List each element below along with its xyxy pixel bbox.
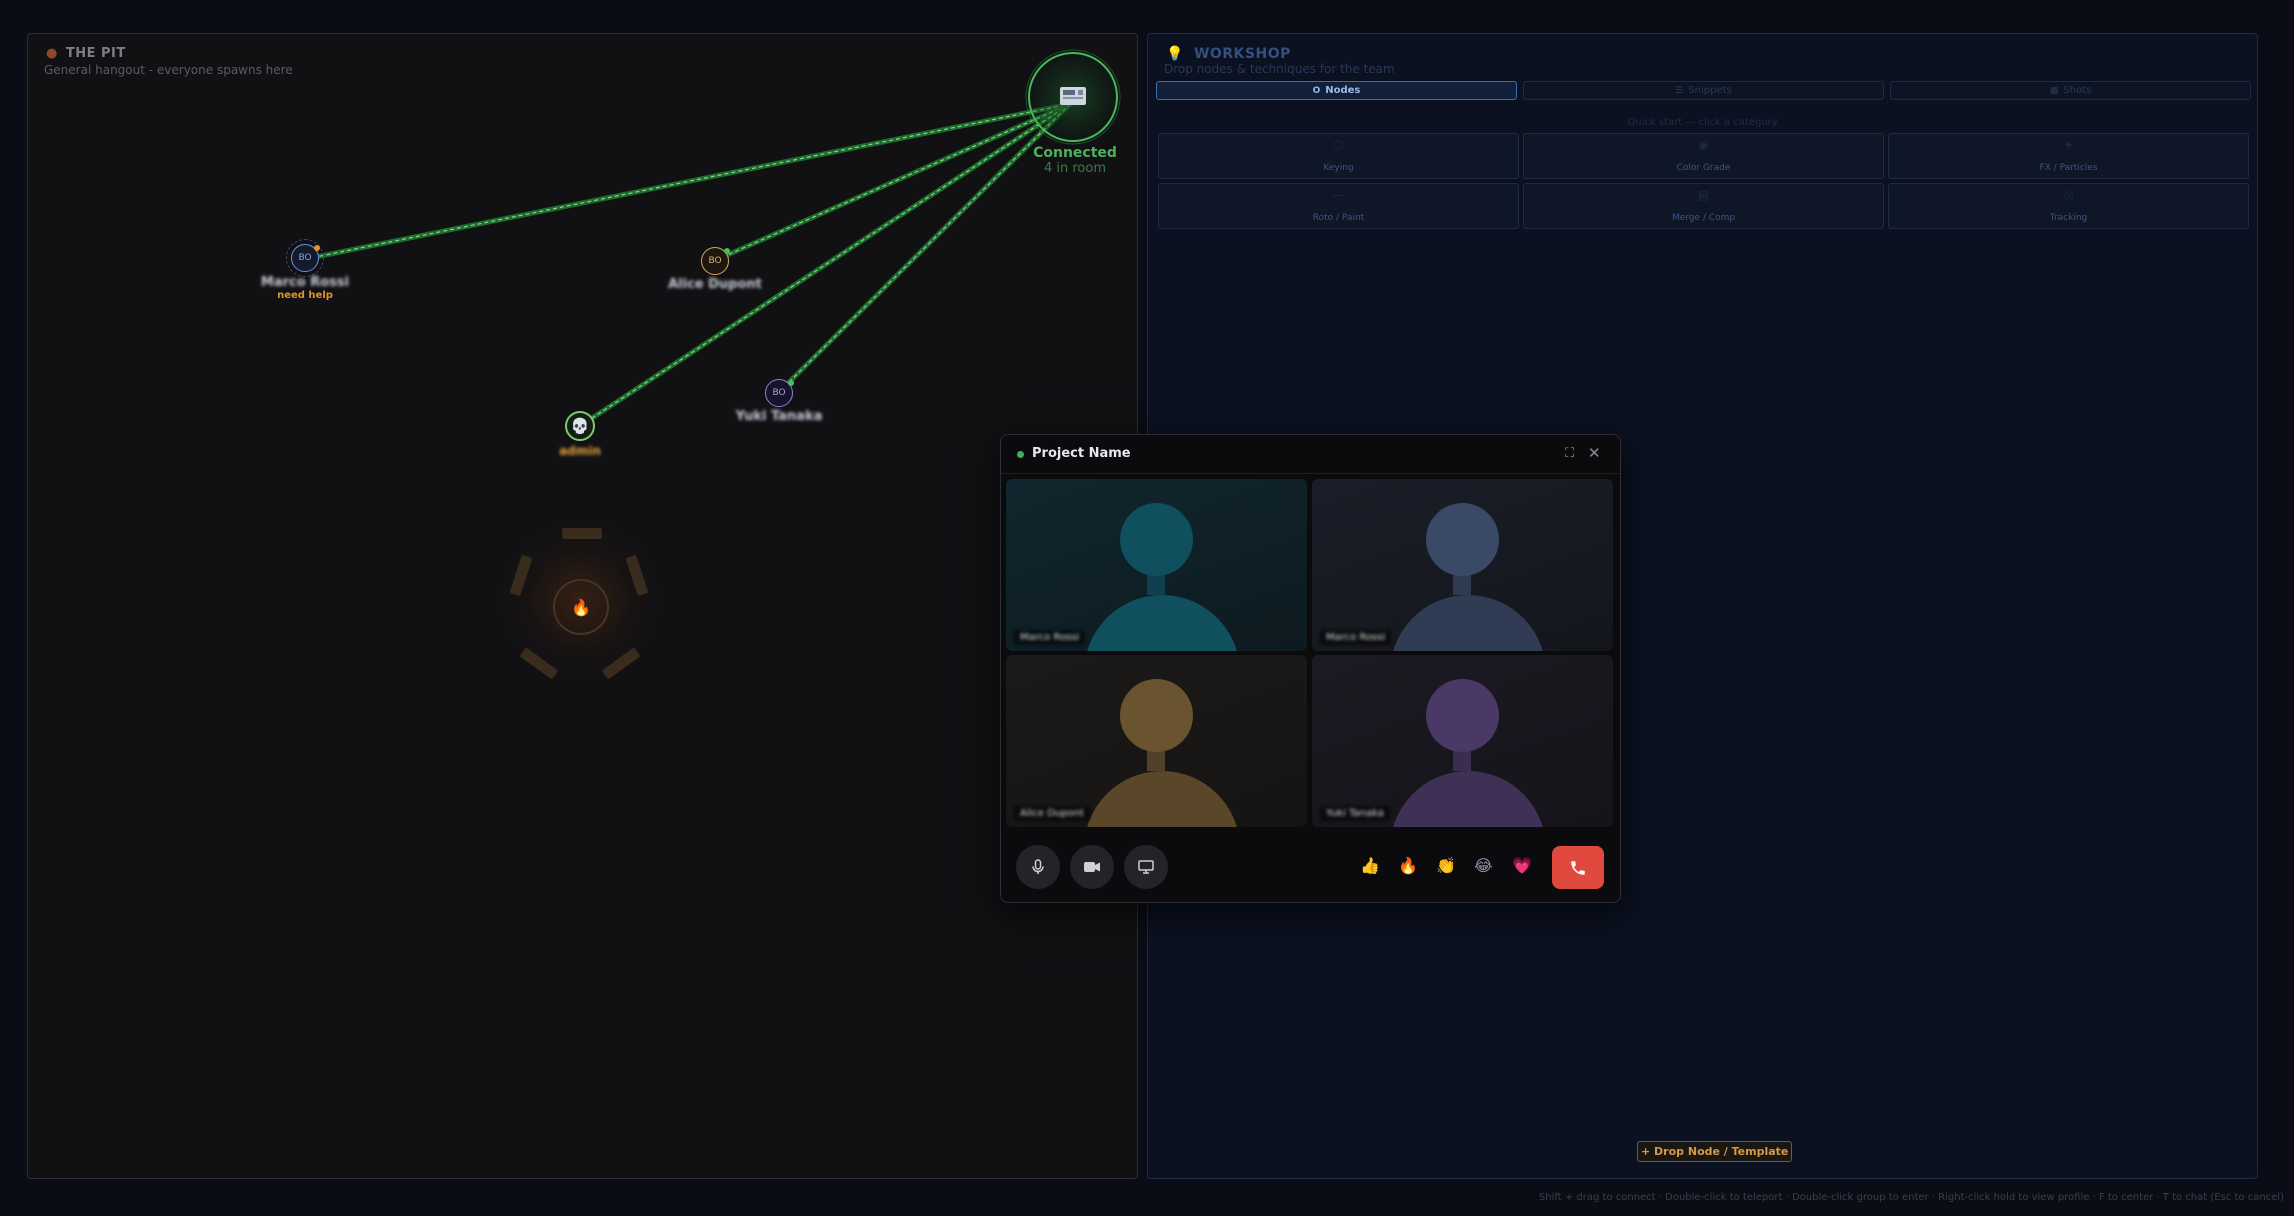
server-status: Connected 4 in room <box>1000 145 1150 176</box>
reaction-clap[interactable]: 👏 <box>1436 856 1456 875</box>
video-tile[interactable]: Marco Rossi <box>1006 479 1307 651</box>
user-node-marco[interactable]: BO Marco Rossi need help <box>250 239 360 301</box>
video-tile[interactable]: Marco Rossi <box>1312 479 1613 651</box>
screen-share-button[interactable] <box>1124 845 1168 889</box>
video-call-window[interactable]: Project Name ⛶ ✕ Marco Rossi Marco Rossi… <box>1000 434 1621 903</box>
link-alice <box>714 101 1072 263</box>
phone-icon <box>1571 860 1585 875</box>
call-header[interactable]: Project Name ⛶ ✕ <box>1001 435 1620 474</box>
user-node-admin[interactable]: 💀 admin <box>525 408 635 458</box>
server-icon <box>1060 87 1086 105</box>
monitor-icon <box>1138 860 1154 874</box>
avatar-silhouette <box>1120 503 1193 576</box>
video-tile[interactable]: Yuki Tanaka <box>1312 655 1613 827</box>
camera-icon <box>1084 862 1100 872</box>
online-dot <box>724 248 730 254</box>
avatar-silhouette <box>1120 679 1193 752</box>
user-node-yuki[interactable]: BO Yuki Tanaka <box>724 375 834 424</box>
connected-label: Connected <box>1033 145 1117 161</box>
keyboard-hints: Shift + drag to connect · Double-click t… <box>1538 1192 2284 1203</box>
reaction-laugh[interactable]: 😂 <box>1474 856 1493 875</box>
microphone-icon <box>1032 859 1044 874</box>
video-tile[interactable]: Alice Dupont <box>1006 655 1307 827</box>
user-name: Marco Rossi <box>260 275 350 290</box>
user-name: Alice Dupont <box>668 277 762 292</box>
avatar-silhouette <box>1426 679 1499 752</box>
status-dot <box>314 245 320 251</box>
close-icon[interactable]: ✕ <box>1588 444 1601 462</box>
microphone-button[interactable] <box>1016 845 1060 889</box>
reaction-heart[interactable]: 💗 <box>1512 856 1532 875</box>
live-indicator <box>1017 451 1024 458</box>
user-name: admin <box>559 444 601 458</box>
reaction-thumbs-up[interactable]: 👍 <box>1360 856 1380 875</box>
reaction-fire[interactable]: 🔥 <box>1398 856 1418 875</box>
campfire[interactable]: 🔥 <box>500 520 660 680</box>
participant-name: Yuki Tanaka <box>1320 806 1390 821</box>
fire-icon: 🔥 <box>553 579 609 635</box>
expand-icon[interactable]: ⛶ <box>1565 446 1574 461</box>
avatar: 💀 <box>562 408 598 444</box>
skull-icon: 💀 <box>570 417 590 435</box>
camera-button[interactable] <box>1070 845 1114 889</box>
participant-name: Marco Rossi <box>1320 630 1392 645</box>
participant-name: Alice Dupont <box>1014 806 1090 821</box>
user-node-alice[interactable]: BO Alice Dupont <box>660 243 770 292</box>
avatar-silhouette <box>1426 503 1499 576</box>
room-count: 4 in room <box>1043 161 1107 176</box>
online-dot <box>788 380 794 386</box>
participant-name: Marco Rossi <box>1014 630 1086 645</box>
log <box>562 528 602 539</box>
call-title: Project Name <box>1032 446 1131 461</box>
user-status: need help <box>277 290 333 301</box>
user-name: Yuki Tanaka <box>735 409 823 424</box>
hang-up-button[interactable] <box>1552 846 1604 889</box>
